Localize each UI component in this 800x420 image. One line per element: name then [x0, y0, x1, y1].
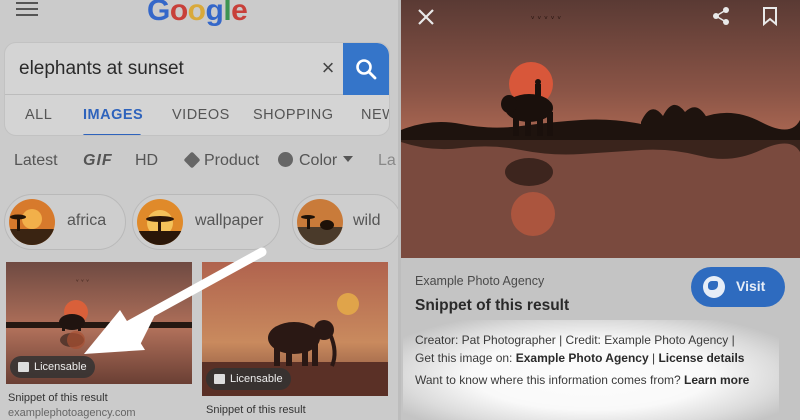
search-results-panel: Google × ALL IMAGES VIDEOS SHOPPING NEWS… — [0, 0, 398, 420]
creator-credit-line: Creator: Pat Photographer | Credit: Exam… — [415, 333, 735, 347]
globe-icon — [703, 276, 725, 298]
preview-image[interactable]: ᵛ ᵛ ᵛ ᵛ ᵛ — [401, 0, 800, 258]
screenshot-root: Google × ALL IMAGES VIDEOS SHOPPING NEWS… — [0, 0, 800, 420]
get-image-prefix: Get this image on: — [415, 351, 516, 365]
close-icon[interactable] — [417, 8, 435, 26]
info-question: Want to know where this information come… — [415, 373, 684, 387]
image-preview-panel: ᵛ ᵛ ᵛ ᵛ ᵛ Example Photo Agency Snippet o… — [401, 0, 800, 420]
get-image-agency-link[interactable]: Example Photo Agency — [516, 351, 649, 365]
license-details-link[interactable]: License details — [658, 351, 744, 365]
share-icon[interactable] — [711, 6, 731, 26]
learn-more-link[interactable]: Learn more — [684, 373, 749, 387]
image-info-card: Example Photo Agency Snippet of this res… — [401, 258, 800, 420]
source-agency[interactable]: Example Photo Agency — [415, 274, 544, 288]
separator: | — [648, 351, 659, 365]
bookmark-icon[interactable] — [762, 6, 778, 26]
svg-text:ᵛ ᵛ ᵛ ᵛ ᵛ: ᵛ ᵛ ᵛ ᵛ ᵛ — [531, 15, 561, 25]
get-image-line: Get this image on: Example Photo Agency … — [415, 351, 744, 365]
visit-label: Visit — [736, 278, 766, 294]
visit-button[interactable]: Visit — [691, 267, 785, 307]
annotation-arrow — [84, 247, 267, 354]
result-title[interactable]: Snippet of this result — [415, 297, 569, 315]
info-source-line: Want to know where this information come… — [415, 373, 749, 387]
